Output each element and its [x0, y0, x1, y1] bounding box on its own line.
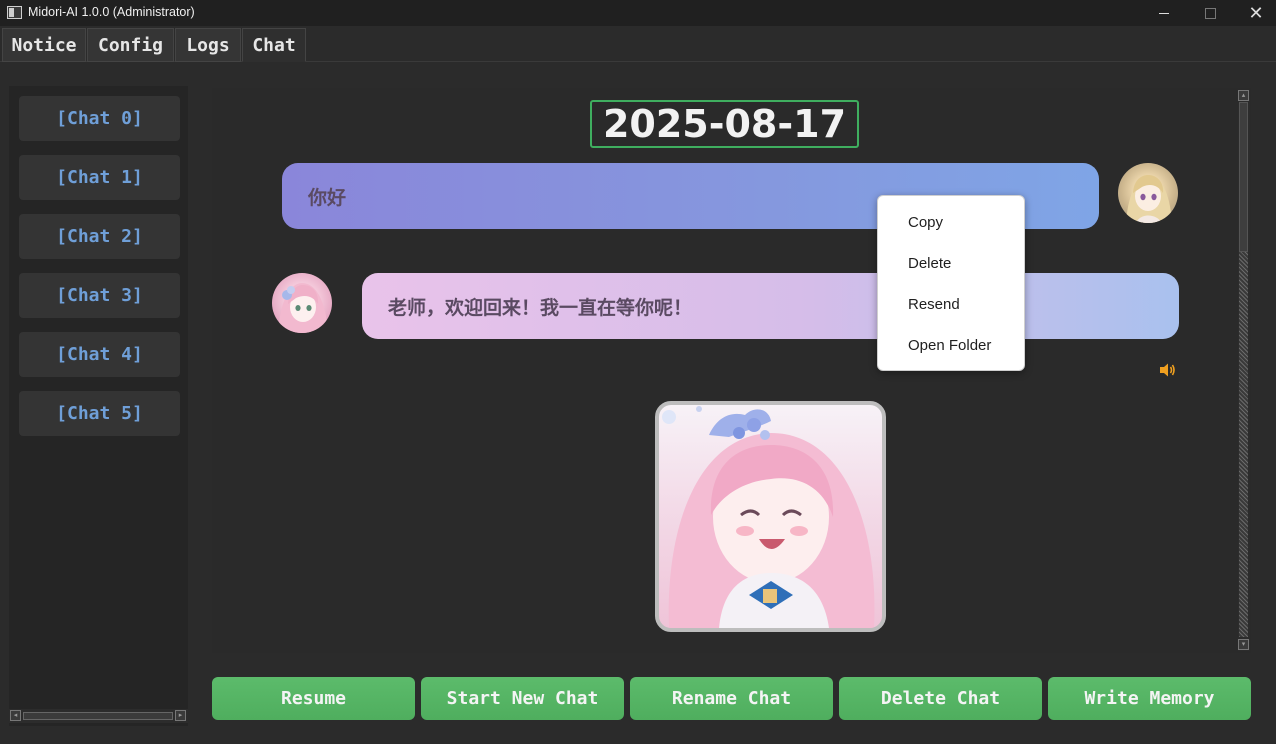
write-memory-button[interactable]: Write Memory — [1048, 677, 1251, 720]
tab-bar: Notice Config Logs Chat — [0, 26, 1276, 62]
chat-list-horizontal-scrollbar[interactable]: ◂ ▸ — [9, 709, 188, 723]
resume-button[interactable]: Resume — [212, 677, 415, 720]
chat-item-0[interactable]: [Chat 0] — [19, 96, 180, 141]
context-menu: Copy Delete Resend Open Folder — [877, 195, 1025, 371]
scroll-down-icon[interactable]: ▾ — [1238, 639, 1249, 650]
tab-config[interactable]: Config — [87, 28, 174, 62]
tab-chat[interactable]: Chat — [242, 28, 306, 62]
scroll-left-icon[interactable]: ◂ — [10, 710, 21, 721]
menu-item-resend[interactable]: Resend — [908, 296, 960, 313]
tab-logs[interactable]: Logs — [175, 28, 241, 62]
minimize-icon[interactable] — [1141, 0, 1187, 26]
assistant-avatar — [272, 273, 332, 333]
title-bar: Midori-AI 1.0.0 (Administrator) ✕ — [0, 0, 1276, 26]
scrollbar-track[interactable] — [23, 712, 173, 720]
scrollbar-track[interactable] — [1239, 252, 1248, 637]
character-image — [655, 401, 886, 632]
start-new-chat-button[interactable]: Start New Chat — [421, 677, 624, 720]
delete-chat-button[interactable]: Delete Chat — [839, 677, 1042, 720]
rename-chat-button[interactable]: Rename Chat — [630, 677, 833, 720]
maximize-icon[interactable] — [1187, 0, 1233, 26]
chat-vertical-scrollbar[interactable]: ▴ ▾ — [1238, 90, 1250, 651]
chat-item-1[interactable]: [Chat 1] — [19, 155, 180, 200]
menu-item-copy[interactable]: Copy — [908, 214, 943, 231]
app-icon — [7, 6, 22, 19]
chat-item-4[interactable]: [Chat 4] — [19, 332, 180, 377]
chat-list-panel: [Chat 0] [Chat 1] [Chat 2] [Chat 3] [Cha… — [9, 86, 188, 726]
chat-item-3[interactable]: [Chat 3] — [19, 273, 180, 318]
close-icon[interactable]: ✕ — [1233, 0, 1276, 26]
assistant-message-bubble[interactable]: 老师，欢迎回来！我一直在等你呢！ — [362, 273, 1179, 339]
chat-date: 2025-08-17 — [590, 100, 859, 148]
user-avatar — [1118, 163, 1178, 223]
chat-view: 2025-08-17 你好 老师，欢迎回来！我一直在等你呢！ — [212, 88, 1251, 653]
speaker-icon[interactable] — [1158, 362, 1176, 378]
scrollbar-thumb[interactable] — [1239, 102, 1248, 252]
chat-item-5[interactable]: [Chat 5] — [19, 391, 180, 436]
scroll-up-icon[interactable]: ▴ — [1238, 90, 1249, 101]
chat-item-2[interactable]: [Chat 2] — [19, 214, 180, 259]
menu-item-delete[interactable]: Delete — [908, 255, 951, 272]
scroll-right-icon[interactable]: ▸ — [175, 710, 186, 721]
menu-item-open-folder[interactable]: Open Folder — [908, 337, 991, 354]
window-title: Midori-AI 1.0.0 (Administrator) — [28, 5, 195, 19]
tab-notice[interactable]: Notice — [2, 28, 86, 62]
